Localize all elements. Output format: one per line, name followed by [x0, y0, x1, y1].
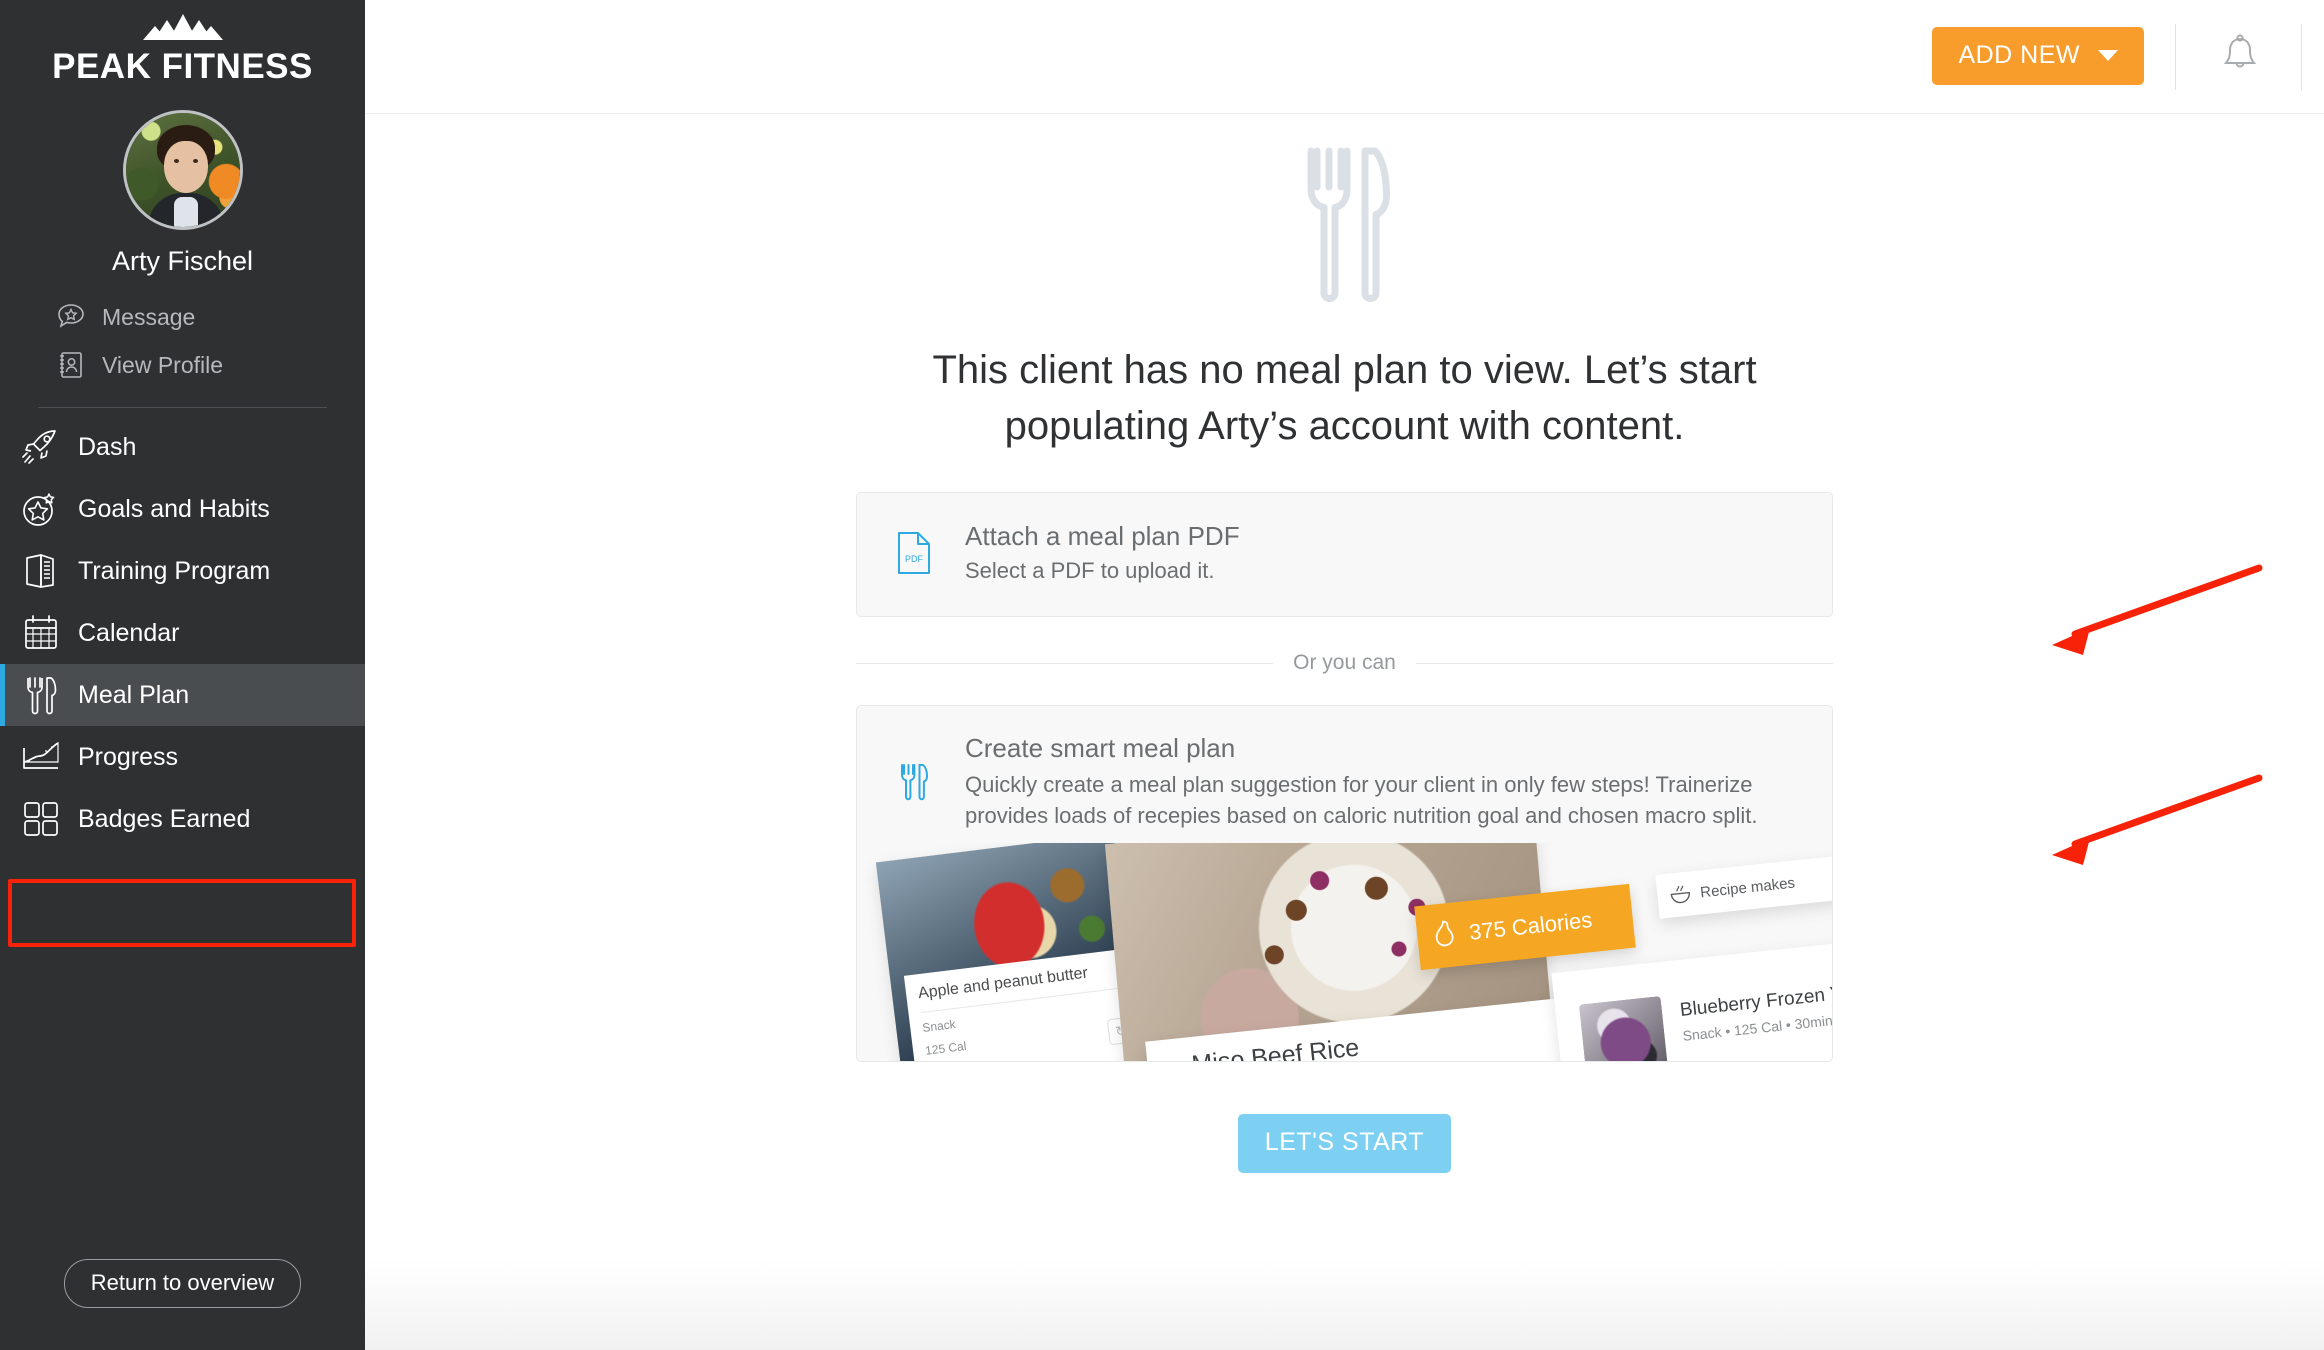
attach-pdf-subtitle: Select a PDF to upload it.	[965, 558, 1215, 583]
avatar-wrap	[0, 110, 365, 230]
topbar: ADD NEW	[365, 0, 2324, 114]
start-button-wrap: LET'S START	[856, 1114, 1833, 1173]
preview-recipe-chip: Recipe makes	[1655, 855, 1832, 919]
calendar-icon	[18, 612, 64, 654]
sidebar-item-message-label: Message	[102, 303, 196, 330]
sidebar-item-goals-and-habits-label: Goals and Habits	[78, 494, 270, 523]
attach-pdf-text: Attach a meal plan PDF Select a PDF to u…	[965, 519, 1240, 586]
brand-logo[interactable]: PEAK FITNESS	[0, 14, 365, 88]
sidebar-item-meal-plan-label: Meal Plan	[78, 680, 190, 709]
or-divider-line-right	[1415, 662, 1833, 664]
star-burst-icon	[18, 488, 64, 530]
contact-card-icon	[54, 350, 88, 380]
or-divider-line-left	[856, 662, 1274, 664]
lets-start-button[interactable]: LET'S START	[1237, 1114, 1452, 1173]
bowl-icon	[1670, 885, 1690, 904]
message-star-icon	[54, 302, 88, 332]
avatar-face	[163, 141, 208, 193]
smart-card-text: Create smart meal plan Quickly create a …	[965, 732, 1798, 831]
avatar-shirt	[173, 197, 198, 227]
client-name: Arty Fischel	[111, 246, 254, 276]
create-smart-meal-plan-card[interactable]: Create smart meal plan Quickly create a …	[856, 705, 1833, 1062]
sidebar-divider	[38, 407, 327, 408]
topbar-divider-right	[2301, 24, 2302, 90]
smart-card-title: Create smart meal plan	[965, 733, 1236, 763]
sidebar-item-progress-label: Progress	[78, 742, 179, 771]
sidebar-item-calendar-label: Calendar	[78, 618, 180, 647]
sidebar-item-view-profile-label: View Profile	[102, 351, 224, 378]
or-divider-label: Or you can	[1293, 651, 1396, 674]
sidebar-item-training-program[interactable]: Training Program	[0, 540, 365, 602]
mountain-peaks-logo-icon	[142, 14, 223, 40]
sidebar-item-dash-label: Dash	[78, 432, 137, 461]
meal-plan-preview-collage: Apple and peanut butter Snack 125 Cal ↻ …	[857, 843, 1832, 1061]
fork-knife-icon	[18, 674, 64, 716]
preview-recipe-chip-text: Recipe makes	[1699, 874, 1796, 901]
notifications-button[interactable]	[2208, 24, 2272, 90]
add-new-label: ADD NEW	[1958, 41, 2080, 69]
brand-name: PEAK FITNESS	[52, 47, 313, 86]
sidebar-item-progress[interactable]: Progress	[0, 726, 365, 788]
meal-plan-empty-state: This client has no meal plan to view. Le…	[856, 115, 1833, 1173]
smart-card-head: Create smart meal plan Quickly create a …	[857, 706, 1832, 841]
avatar[interactable]	[122, 110, 243, 230]
fork-knife-small-icon	[891, 732, 937, 831]
main-content: This client has no meal plan to view. Le…	[365, 115, 2324, 1350]
sidebar-item-badges-earned[interactable]: Badges Earned	[0, 788, 365, 850]
or-divider: Or you can	[856, 651, 1833, 675]
fork-knife-large-icon	[1307, 147, 1390, 302]
bell-icon	[2223, 34, 2257, 68]
topbar-divider-left	[2175, 24, 2176, 90]
return-to-overview-wrap: Return to overview	[0, 1259, 365, 1308]
empty-state-icon-wrap	[856, 145, 1833, 310]
book-icon	[18, 550, 64, 592]
sidebar-item-training-program-label: Training Program	[78, 556, 271, 585]
sidebar-item-view-profile[interactable]: View Profile	[0, 341, 365, 389]
preview-apple-card: Apple and peanut butter Snack 125 Cal ↻	[875, 843, 1143, 1061]
page-title: This client has no meal plan to view. Le…	[932, 348, 1757, 448]
client-actions: Message View Profile	[0, 293, 365, 389]
sidebar-item-dash[interactable]: Dash	[0, 416, 365, 478]
chart-line-icon	[18, 736, 64, 778]
app-root: PEAK FITNESS Arty Fischel Message View P…	[0, 0, 2324, 1350]
bottom-fade	[365, 1260, 2324, 1350]
avatar-eye-right	[192, 159, 198, 163]
sidebar-item-calendar[interactable]: Calendar	[0, 602, 365, 664]
preview-popsicle-thumbnail	[1578, 996, 1670, 1061]
smart-card-description: Quickly create a meal plan suggestion fo…	[965, 772, 1758, 828]
sidebar: PEAK FITNESS Arty Fischel Message View P…	[0, 0, 365, 1350]
svg-text:PDF: PDF	[905, 554, 924, 564]
grid-squares-icon	[18, 798, 64, 840]
sidebar-nav: Dash Goals and Habits Training Program C…	[0, 416, 365, 850]
chevron-down-icon	[2098, 50, 2118, 61]
attach-pdf-card[interactable]: PDF Attach a meal plan PDF Select a PDF …	[856, 492, 1833, 617]
avatar-eye-left	[173, 159, 179, 163]
sidebar-item-meal-plan[interactable]: Meal Plan	[0, 664, 365, 726]
pdf-file-icon: PDF	[891, 531, 937, 575]
preview-calories-text: 375 Calories	[1467, 907, 1594, 945]
rocket-icon	[18, 426, 64, 468]
flame-icon	[1435, 920, 1454, 947]
sidebar-item-message[interactable]: Message	[0, 293, 365, 341]
return-to-overview-button[interactable]: Return to overview	[63, 1259, 302, 1308]
sidebar-item-badges-earned-label: Badges Earned	[78, 804, 251, 833]
sidebar-item-goals-and-habits[interactable]: Goals and Habits	[0, 478, 365, 540]
add-new-button[interactable]: ADD NEW	[1932, 27, 2144, 85]
attach-pdf-title: Attach a meal plan PDF	[965, 521, 1240, 551]
